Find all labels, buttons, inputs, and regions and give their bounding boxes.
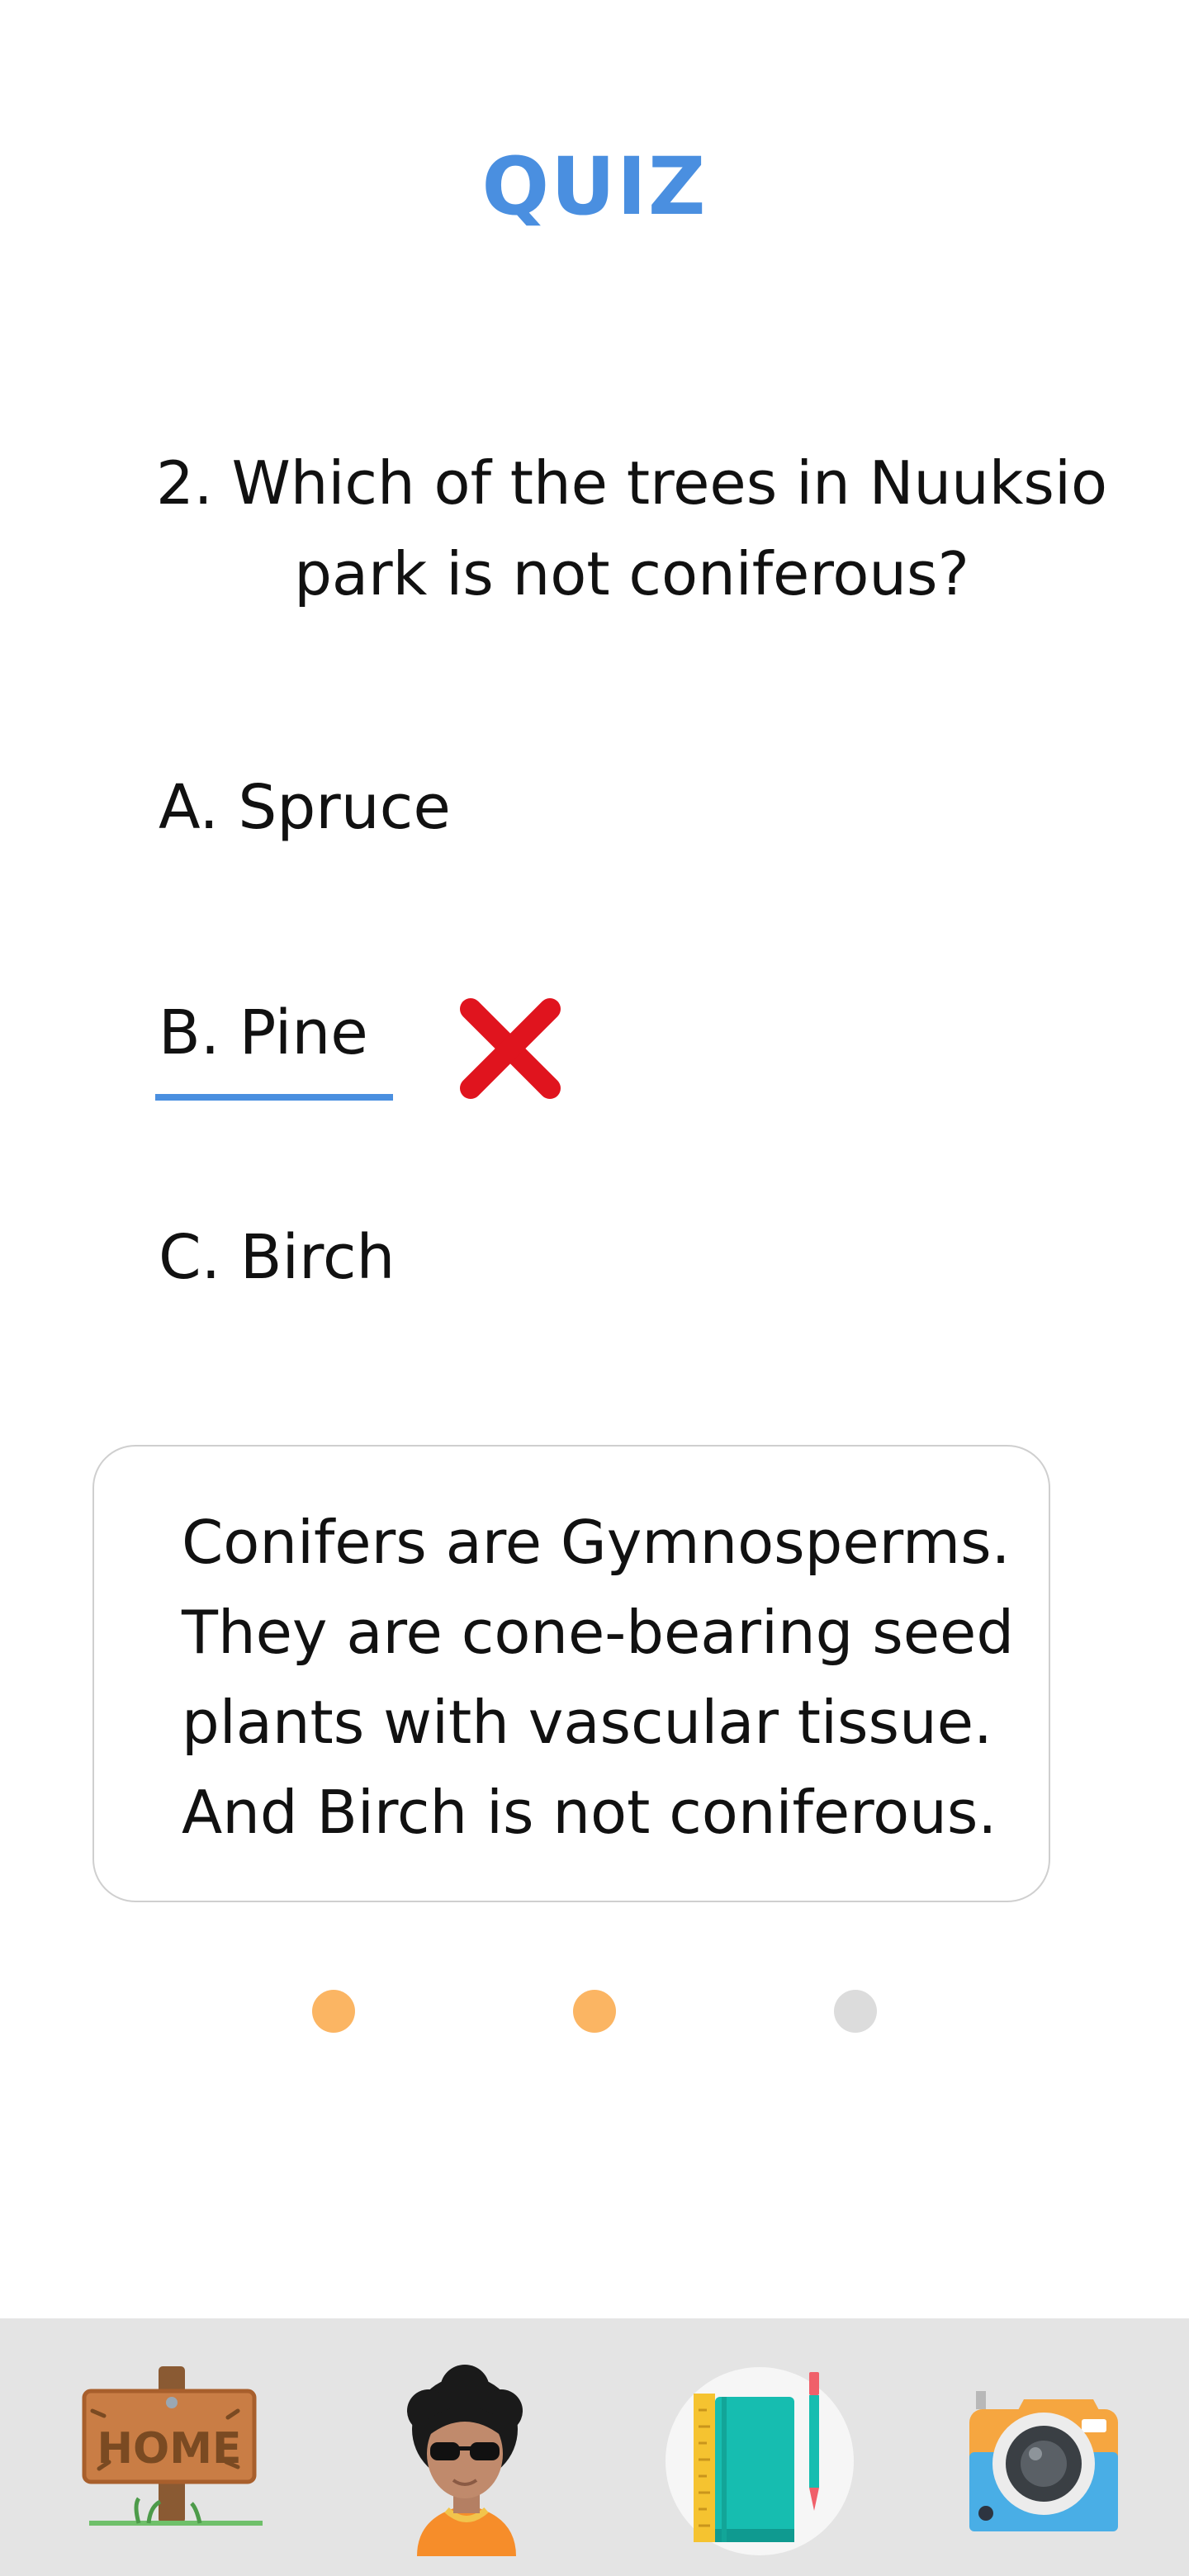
wrong-answer-icon [452,991,568,1106]
bottom-nav: HOME [0,2318,1189,2576]
home-sign-icon: HOME [82,2366,263,2526]
pagination-dot-3[interactable] [834,1990,877,2033]
option-c[interactable]: C. Birch [159,1222,395,1293]
explanation-text: Conifers are Gymnosperms. They are cone-… [182,1508,1015,1847]
option-a[interactable]: A. Spruce [159,772,451,843]
avatar-icon [407,2365,523,2556]
option-b[interactable]: B. Pine [159,997,368,1068]
nav-notebook[interactable] [661,2364,859,2562]
home-sign-text: HOME [97,2424,242,2474]
nav-camera[interactable] [958,2361,1156,2559]
page-title: QUIZ [481,140,708,233]
pagination-dot-2[interactable] [573,1990,616,2033]
notebook-icon [694,2372,819,2542]
selected-underline [155,1094,393,1101]
question-text: 2. Which of the trees in Nuuksio park is… [156,448,1107,608]
nav-home[interactable]: HOME [76,2361,274,2559]
explanation-card: Conifers are Gymnosperms. They are cone-… [92,1445,1050,1902]
nav-profile[interactable] [367,2361,566,2559]
camera-icon [969,2391,1118,2531]
pagination-dot-1[interactable] [312,1990,355,2033]
